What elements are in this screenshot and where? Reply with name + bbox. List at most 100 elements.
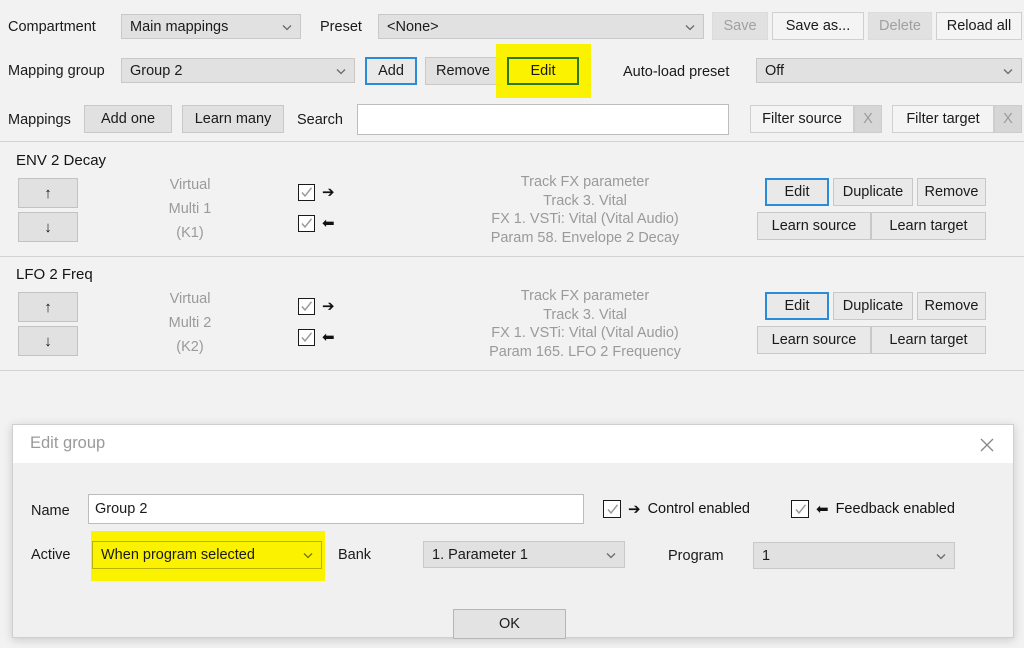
name-label: Name <box>31 503 70 519</box>
compartment-dropdown-value: Main mappings <box>130 18 229 35</box>
mapping-duplicate-button[interactable]: Duplicate <box>833 178 913 206</box>
mapping-target[interactable]: Track FX parameter Track 3. Vital FX 1. … <box>400 287 770 361</box>
bank-dropdown-value: 1. Parameter 1 <box>432 546 528 563</box>
move-up-button[interactable]: ↑ <box>18 292 78 322</box>
remove-group-button[interactable]: Remove <box>425 57 501 85</box>
mapping-learn-source-button[interactable]: Learn source <box>757 326 871 354</box>
autoload-preset-label: Auto-load preset <box>623 64 730 80</box>
toolbar: Compartment Main mappings Preset <None> … <box>0 0 1024 142</box>
add-group-button[interactable]: Add <box>365 57 417 85</box>
move-down-button[interactable]: ↓ <box>18 212 78 242</box>
mapping-remove-button[interactable]: Remove <box>917 292 986 320</box>
ok-button[interactable]: OK <box>453 609 566 639</box>
bank-dropdown[interactable]: 1. Parameter 1 <box>423 541 625 568</box>
active-label: Active <box>31 547 71 563</box>
learn-many-button[interactable]: Learn many <box>182 105 284 133</box>
feedback-enabled-row[interactable]: ⬅ <box>298 322 335 353</box>
feedback-enabled-checkbox[interactable] <box>298 215 315 232</box>
mapping-edit-button[interactable]: Edit <box>765 178 829 206</box>
control-enabled-row[interactable]: ➔ <box>298 177 335 208</box>
mapping-source-line: Multi 1 <box>168 201 212 217</box>
filter-source-button[interactable]: Filter source <box>750 105 854 133</box>
mapping-title: ENV 2 Decay <box>16 152 107 169</box>
mapping-target-line: Param 165. LFO 2 Frequency <box>489 343 681 360</box>
control-enabled-checkbox[interactable] <box>603 500 621 518</box>
filter-target-clear-button[interactable]: X <box>994 105 1022 133</box>
delete-button[interactable]: Delete <box>868 12 932 40</box>
preset-dropdown[interactable]: <None> <box>378 14 704 39</box>
mapping-duplicate-button[interactable]: Duplicate <box>833 292 913 320</box>
mapping-source-line: (K2) <box>176 339 204 355</box>
mapping-source-line: Virtual <box>169 177 211 193</box>
program-dropdown-value: 1 <box>762 547 771 564</box>
mapping-source[interactable]: Virtual Multi 2 (K2) <box>150 287 230 359</box>
feedback-enabled-checkbox[interactable] <box>791 500 809 518</box>
mapping-learn-target-button[interactable]: Learn target <box>871 326 986 354</box>
chevron-down-icon <box>1001 64 1015 78</box>
chevron-down-icon <box>334 64 348 78</box>
mapping-group-label: Mapping group <box>8 63 105 79</box>
mapping-target[interactable]: Track FX parameter Track 3. Vital FX 1. … <box>400 173 770 247</box>
mapping-target-line: FX 1. VSTi: Vital (Vital Audio) <box>491 325 679 341</box>
active-dropdown-value: When program selected <box>101 547 255 563</box>
mapping-group-dropdown[interactable]: Group 2 <box>121 58 355 83</box>
save-button[interactable]: Save <box>712 12 768 40</box>
search-label: Search <box>297 112 343 128</box>
control-enabled-checkbox[interactable] <box>298 298 315 315</box>
mapping-edit-button[interactable]: Edit <box>765 292 829 320</box>
control-enabled-checkbox[interactable] <box>298 184 315 201</box>
move-up-button[interactable]: ↑ <box>18 178 78 208</box>
arrow-up-icon: ↑ <box>44 298 52 316</box>
filter-target-button[interactable]: Filter target <box>892 105 994 133</box>
control-arrow-right-icon: ➔ <box>628 500 641 518</box>
close-icon[interactable] <box>975 433 999 457</box>
autoload-preset-dropdown-value: Off <box>765 62 785 79</box>
arrow-down-icon: ↓ <box>44 332 52 350</box>
program-label: Program <box>668 548 724 564</box>
chevron-down-icon <box>280 20 294 34</box>
toolbar-divider <box>0 141 1024 142</box>
autoload-preset-dropdown[interactable]: Off <box>756 58 1022 83</box>
feedback-enabled-row[interactable]: ⬅ <box>298 208 335 239</box>
control-enabled-row[interactable]: ➔ <box>298 291 335 322</box>
chevron-down-icon <box>934 549 948 563</box>
mapping-source-line: Multi 2 <box>168 315 212 331</box>
mapping-remove-button[interactable]: Remove <box>917 178 986 206</box>
mapping-learn-target-button[interactable]: Learn target <box>871 212 986 240</box>
move-down-button[interactable]: ↓ <box>18 326 78 356</box>
compartment-dropdown[interactable]: Main mappings <box>121 14 301 39</box>
program-dropdown[interactable]: 1 <box>753 542 955 569</box>
chevron-down-icon <box>301 548 315 562</box>
dialog-title: Edit group <box>30 434 106 452</box>
mapping-target-line: Track FX parameter <box>520 288 650 304</box>
save-as-button[interactable]: Save as... <box>772 12 864 40</box>
mappings-label: Mappings <box>8 112 71 128</box>
name-input[interactable]: Group 2 <box>88 494 584 524</box>
feedback-enabled-row[interactable]: ⬅ Feedback enabled <box>791 500 955 518</box>
feedback-enabled-checkbox[interactable] <box>298 329 315 346</box>
bank-label: Bank <box>338 547 372 563</box>
mapping-target-line: Param 58. Envelope 2 Decay <box>490 229 680 246</box>
active-dropdown[interactable]: When program selected <box>92 541 322 569</box>
table-row: ENV 2 Decay ↑ ↓ Virtual Multi 1 (K1) ➔ ⬅… <box>0 143 1024 257</box>
control-arrow-right-icon: ➔ <box>322 184 335 201</box>
add-one-button[interactable]: Add one <box>84 105 172 133</box>
edit-group-button[interactable]: Edit <box>507 57 579 85</box>
preset-dropdown-value: <None> <box>387 18 439 35</box>
control-enabled-row[interactable]: ➔ Control enabled <box>603 500 750 518</box>
feedback-enabled-label: Feedback enabled <box>835 501 955 517</box>
filter-source-clear-button[interactable]: X <box>854 105 882 133</box>
search-input[interactable] <box>357 104 729 135</box>
mapping-source[interactable]: Virtual Multi 1 (K1) <box>150 173 230 245</box>
mapping-target-line: Track 3. Vital <box>543 192 627 209</box>
reload-all-button[interactable]: Reload all <box>936 12 1022 40</box>
arrow-down-icon: ↓ <box>44 218 52 236</box>
mapping-toggles: ➔ ⬅ <box>298 177 335 239</box>
mapping-target-line: FX 1. VSTi: Vital (Vital Audio) <box>491 211 679 227</box>
preset-label: Preset <box>320 19 362 35</box>
feedback-arrow-left-icon: ⬅ <box>322 329 335 346</box>
mapping-learn-source-button[interactable]: Learn source <box>757 212 871 240</box>
mapping-toggles: ➔ ⬅ <box>298 291 335 353</box>
mapping-target-line: Track 3. Vital <box>543 306 627 323</box>
compartment-label: Compartment <box>8 19 96 35</box>
